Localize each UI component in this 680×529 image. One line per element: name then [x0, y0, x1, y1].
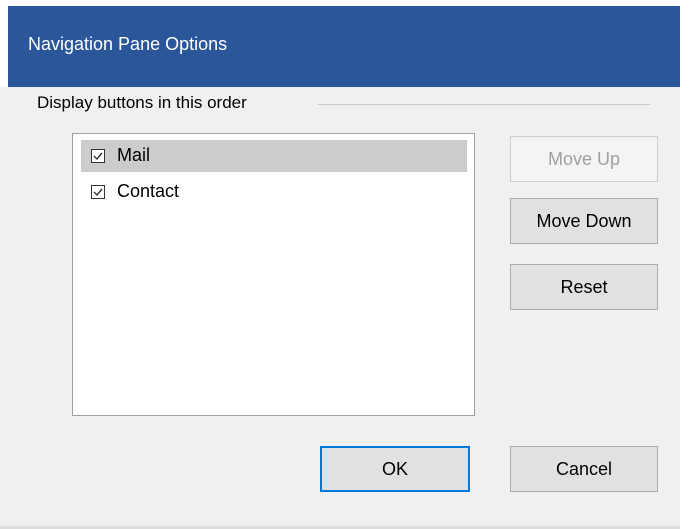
- reset-button[interactable]: Reset: [510, 264, 658, 310]
- contact-checkbox[interactable]: [91, 185, 105, 199]
- check-icon: [93, 152, 103, 161]
- group-label: Display buttons in this order: [37, 93, 247, 112]
- check-icon: [93, 188, 103, 197]
- list-item-label: Mail: [117, 145, 151, 165]
- cancel-button[interactable]: Cancel: [510, 446, 658, 492]
- list-item-mail[interactable]: Mail: [81, 140, 467, 172]
- title-bar: Navigation Pane Options: [0, 0, 680, 87]
- list-item-label: Contact: [117, 181, 180, 201]
- group-divider: [318, 104, 650, 105]
- mail-checkbox[interactable]: [91, 149, 105, 163]
- ok-button[interactable]: OK: [320, 446, 470, 492]
- move-down-button[interactable]: Move Down: [510, 198, 658, 244]
- button-order-listbox[interactable]: Mail Contact: [72, 133, 475, 416]
- window-title: Navigation Pane Options: [28, 34, 228, 54]
- list-item-contact[interactable]: Contact: [81, 176, 467, 208]
- navigation-pane-options-dialog: Navigation Pane Options Display buttons …: [0, 0, 680, 529]
- move-up-button[interactable]: Move Up: [510, 136, 658, 182]
